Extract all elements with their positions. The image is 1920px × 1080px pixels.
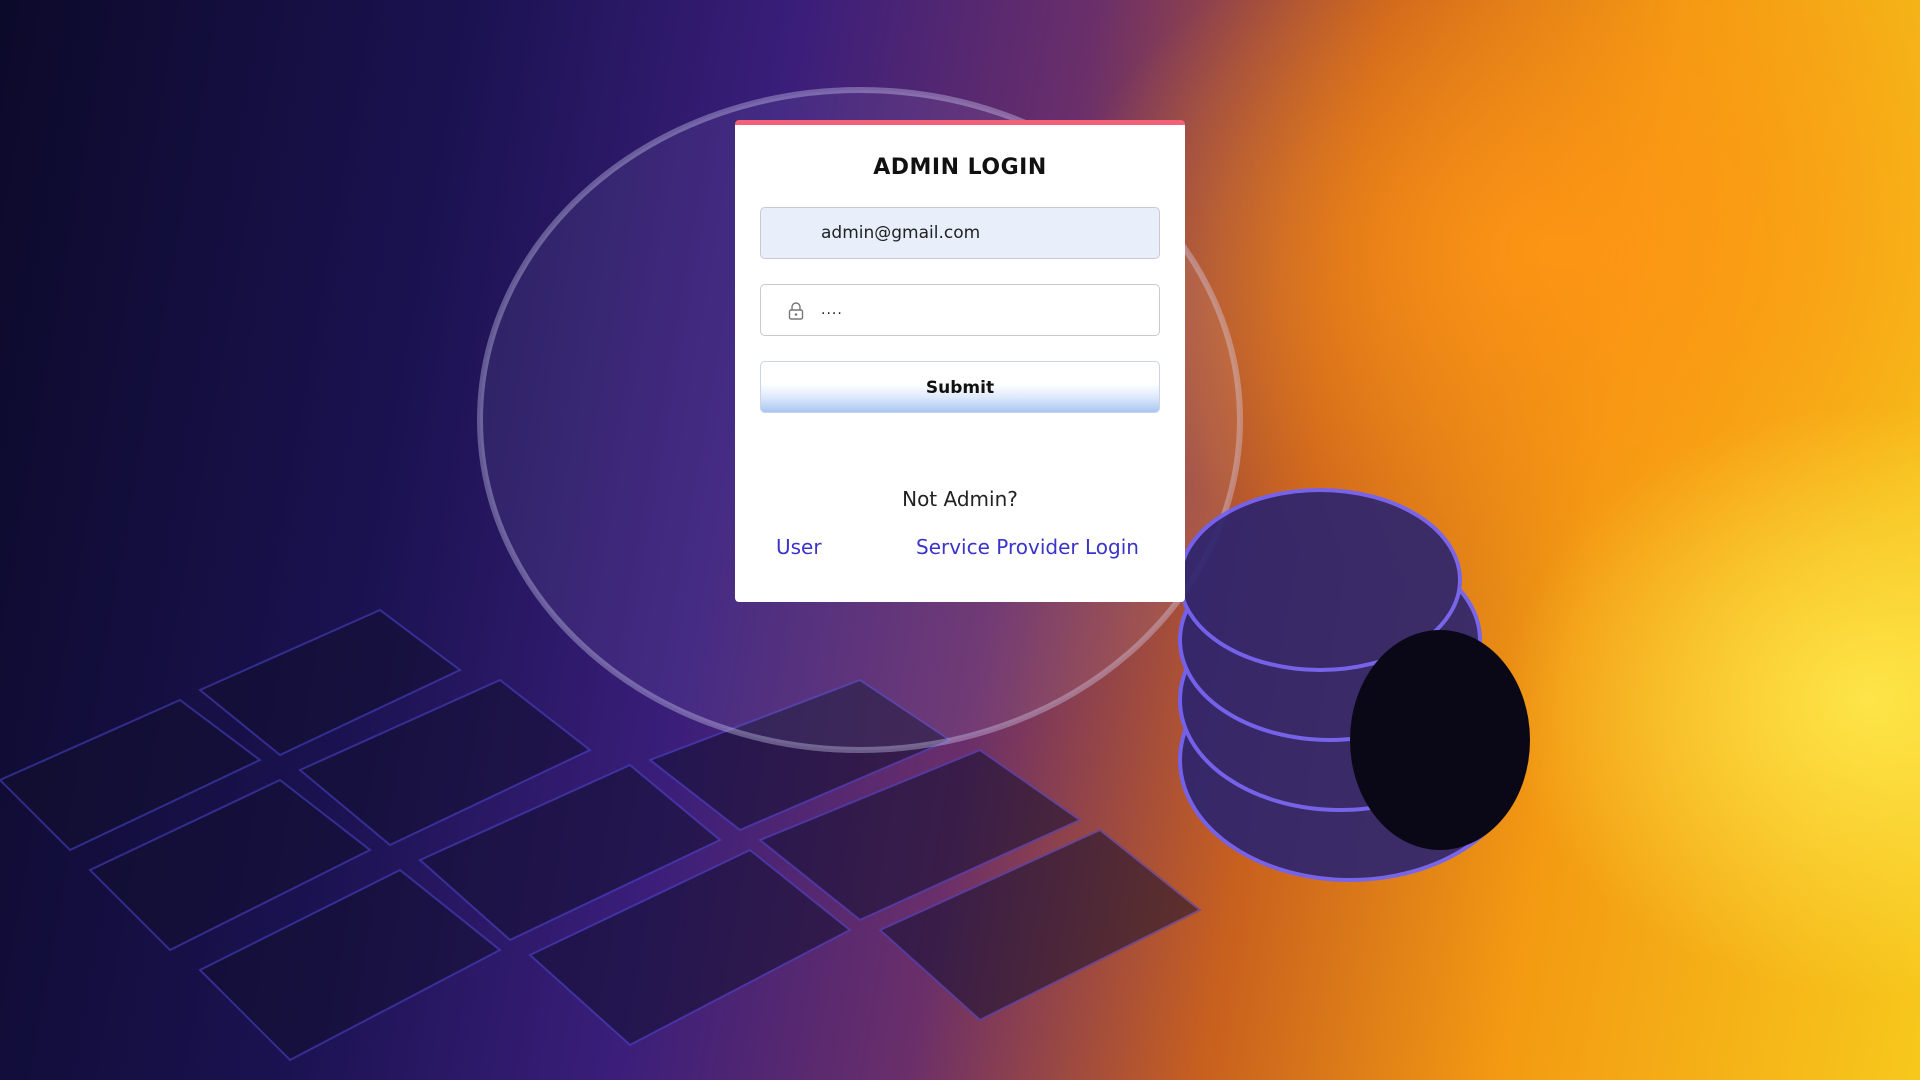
submit-button[interactable]: Submit xyxy=(760,361,1160,413)
login-title: ADMIN LOGIN xyxy=(873,155,1047,180)
not-admin-text: Not Admin? xyxy=(902,487,1018,511)
email-field[interactable] xyxy=(760,207,1160,259)
password-field[interactable] xyxy=(760,284,1160,336)
user-login-link[interactable]: User xyxy=(776,535,822,559)
email-input[interactable] xyxy=(821,208,1141,258)
admin-login-card: ADMIN LOGIN Submit Not Admin? User Servi… xyxy=(735,120,1185,602)
lock-icon xyxy=(788,302,804,320)
password-input[interactable] xyxy=(821,285,1141,335)
service-provider-login-link[interactable]: Service Provider Login xyxy=(916,535,1139,559)
